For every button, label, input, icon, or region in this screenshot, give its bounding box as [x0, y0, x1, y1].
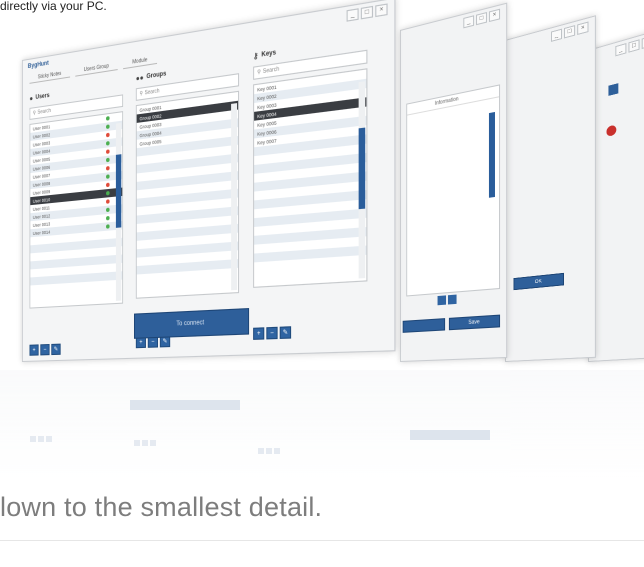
next-button[interactable] [448, 295, 457, 305]
status-dot-icon [106, 133, 110, 138]
keys-list: Key 0001 Key 0002 Key 0003 Key 0004 Key 0005… [253, 68, 367, 288]
users-header-label: Users [35, 93, 49, 101]
reflection-square [142, 440, 148, 446]
key-icon: ⚷ [253, 51, 258, 61]
list-item-label: User 0012 [33, 213, 50, 220]
keys-header-label: Keys [261, 50, 276, 59]
add-key-button[interactable]: + [253, 327, 264, 340]
user-icon: ● [29, 95, 33, 103]
info-panel: Information [406, 84, 500, 296]
window-controls: _ □ × [463, 9, 500, 29]
scrollbar[interactable] [489, 112, 495, 198]
keys-search-placeholder: Search [263, 66, 279, 75]
keys-column: ⚷ Keys ⚲ Search Key 0001 Key 0002 Key 0003… [253, 31, 367, 306]
maximize-icon[interactable]: □ [564, 25, 575, 38]
status-dot-icon [106, 224, 110, 228]
close-icon[interactable]: × [577, 21, 588, 35]
status-dot-icon [106, 158, 110, 163]
reflection [0, 370, 644, 480]
minimize-icon[interactable]: _ [347, 8, 359, 21]
status-dot-icon [106, 124, 110, 129]
reflection-square [266, 448, 272, 454]
reflection-square [150, 440, 156, 446]
background-window-2: _ □ × Information Save [400, 3, 507, 362]
w2-nav-buttons [438, 295, 457, 306]
app-showcase: _ □ × _ □ × OK _ □ × Information Save [0, 0, 644, 480]
remove-user-button[interactable]: − [40, 344, 49, 355]
status-dot-icon [106, 141, 110, 146]
minimize-icon[interactable]: _ [615, 43, 626, 56]
prev-button[interactable] [438, 295, 446, 305]
users-search-placeholder: Search [38, 108, 51, 116]
groups-list: Group 0001 Group 0002 Group 0003 Group 0004… [136, 91, 239, 299]
minimize-icon[interactable]: _ [551, 29, 562, 42]
status-dot-icon [106, 208, 110, 212]
main-window: BygHunt _ □ × Sticky Notes Users Group M… [22, 0, 396, 362]
info-column-header: Information [407, 86, 499, 116]
reflection-square [38, 436, 44, 442]
ok-button[interactable]: OK [513, 273, 564, 290]
reflection-square [258, 448, 264, 454]
connect-button[interactable]: To connect [134, 308, 249, 339]
background-window-4: _ □ × [588, 29, 644, 362]
keys-action-buttons: + − ✎ [253, 326, 291, 340]
users-column: ● Users ⚲ Search User 0001 User 0002 User … [29, 78, 123, 325]
reflection-buttons [410, 430, 490, 440]
groups-header-label: Groups [146, 71, 166, 80]
status-dot-icon [106, 199, 110, 204]
status-dot-icon [106, 174, 110, 179]
groups-scrollbar[interactable] [231, 103, 237, 290]
maximize-icon[interactable]: □ [628, 39, 639, 53]
edit-key-button[interactable]: ✎ [280, 326, 291, 339]
scroll-thumb[interactable] [116, 154, 121, 228]
status-dot-icon [106, 116, 110, 121]
status-dot-icon [106, 183, 110, 188]
keys-scrollbar[interactable] [359, 81, 366, 278]
list-item-label: User 0011 [33, 205, 50, 212]
status-dot-icon [106, 166, 110, 171]
edit-user-button[interactable]: ✎ [51, 344, 60, 355]
close-icon[interactable]: × [375, 3, 387, 17]
window-controls: _ □ × [551, 21, 589, 41]
add-user-button[interactable]: + [29, 344, 38, 355]
users-action-buttons: + − ✎ [29, 344, 60, 356]
reflection-square [274, 448, 280, 454]
background-window-3: _ □ × OK [505, 15, 596, 362]
reflection-square [134, 440, 140, 446]
remove-key-button[interactable]: − [266, 327, 277, 340]
reflection-square [46, 436, 52, 442]
group-icon: ●● [136, 74, 144, 83]
status-dot-icon [106, 216, 110, 220]
save-button[interactable]: Save [449, 315, 500, 331]
divider [0, 540, 644, 541]
minimize-icon[interactable]: _ [463, 15, 474, 28]
scroll-thumb[interactable] [231, 103, 237, 104]
maximize-icon[interactable]: □ [361, 6, 373, 20]
maximize-icon[interactable]: □ [476, 12, 487, 25]
search-icon: ⚲ [139, 90, 142, 97]
search-icon: ⚲ [257, 69, 261, 76]
scroll-thumb[interactable] [359, 128, 366, 210]
reflection-square [30, 436, 36, 442]
groups-search-placeholder: Search [145, 88, 160, 96]
users-scrollbar[interactable] [116, 123, 121, 301]
list-item-label: User 0013 [33, 221, 50, 228]
headline: lown to the smallest detail. [0, 492, 322, 523]
alert-icon [606, 125, 616, 137]
search-icon: ⚲ [33, 110, 36, 116]
list-item-label: User 0014 [33, 229, 50, 236]
status-dot-icon [106, 191, 110, 196]
status-dot-icon [106, 149, 110, 154]
groups-column: ●● Groups ⚲ Search Group 0001 Group 0002 G… [136, 56, 239, 316]
close-icon[interactable]: × [489, 9, 500, 22]
window-controls: _ □ × [615, 35, 644, 56]
reflection-connect [130, 400, 240, 410]
users-list: User 0001 User 0002 User 0003 User 0004 User… [29, 111, 123, 309]
w4-button[interactable] [608, 83, 618, 96]
w2-left-button[interactable] [403, 318, 445, 333]
